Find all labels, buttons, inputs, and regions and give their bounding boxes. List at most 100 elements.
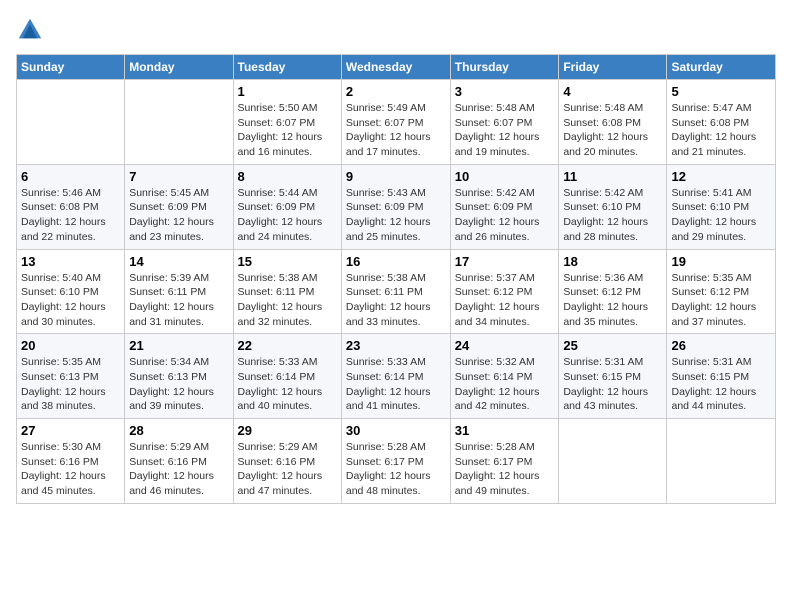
day-number: 5: [671, 84, 771, 99]
day-info: Sunrise: 5:28 AMSunset: 6:17 PMDaylight:…: [455, 440, 555, 499]
day-info: Sunrise: 5:35 AMSunset: 6:12 PMDaylight:…: [671, 271, 771, 330]
day-info: Sunrise: 5:49 AMSunset: 6:07 PMDaylight:…: [346, 101, 446, 160]
calendar-cell: [559, 419, 667, 504]
day-of-week-header: Monday: [125, 55, 233, 80]
day-info: Sunrise: 5:38 AMSunset: 6:11 PMDaylight:…: [346, 271, 446, 330]
day-info: Sunrise: 5:30 AMSunset: 6:16 PMDaylight:…: [21, 440, 120, 499]
day-info: Sunrise: 5:33 AMSunset: 6:14 PMDaylight:…: [346, 355, 446, 414]
calendar-cell: 4 Sunrise: 5:48 AMSunset: 6:08 PMDaylight…: [559, 80, 667, 165]
day-number: 9: [346, 169, 446, 184]
day-info: Sunrise: 5:29 AMSunset: 6:16 PMDaylight:…: [238, 440, 337, 499]
day-number: 13: [21, 254, 120, 269]
calendar-cell: 29 Sunrise: 5:29 AMSunset: 6:16 PMDayligh…: [233, 419, 341, 504]
day-number: 22: [238, 338, 337, 353]
day-info: Sunrise: 5:42 AMSunset: 6:09 PMDaylight:…: [455, 186, 555, 245]
day-info: Sunrise: 5:44 AMSunset: 6:09 PMDaylight:…: [238, 186, 337, 245]
day-of-week-header: Sunday: [17, 55, 125, 80]
day-number: 26: [671, 338, 771, 353]
logo: [16, 16, 48, 44]
day-number: 2: [346, 84, 446, 99]
day-info: Sunrise: 5:46 AMSunset: 6:08 PMDaylight:…: [21, 186, 120, 245]
calendar-week-row: 13 Sunrise: 5:40 AMSunset: 6:10 PMDayligh…: [17, 249, 776, 334]
calendar-cell: 23Sunrise: 5:33 AMSunset: 6:14 PMDayligh…: [341, 334, 450, 419]
calendar-cell: 17 Sunrise: 5:37 AMSunset: 6:12 PMDayligh…: [450, 249, 559, 334]
calendar-cell: 26 Sunrise: 5:31 AMSunset: 6:15 PMDayligh…: [667, 334, 776, 419]
day-of-week-header: Wednesday: [341, 55, 450, 80]
calendar-table: SundayMondayTuesdayWednesdayThursdayFrid…: [16, 54, 776, 504]
calendar-cell: 27 Sunrise: 5:30 AMSunset: 6:16 PMDayligh…: [17, 419, 125, 504]
calendar-cell: [667, 419, 776, 504]
calendar-cell: 7 Sunrise: 5:45 AMSunset: 6:09 PMDaylight…: [125, 164, 233, 249]
calendar-cell: 6 Sunrise: 5:46 AMSunset: 6:08 PMDaylight…: [17, 164, 125, 249]
day-info: Sunrise: 5:31 AMSunset: 6:15 PMDaylight:…: [671, 355, 771, 414]
calendar-cell: [125, 80, 233, 165]
calendar-week-row: 6 Sunrise: 5:46 AMSunset: 6:08 PMDaylight…: [17, 164, 776, 249]
day-number: 19: [671, 254, 771, 269]
calendar-cell: 20 Sunrise: 5:35 AMSunset: 6:13 PMDayligh…: [17, 334, 125, 419]
day-number: 8: [238, 169, 337, 184]
day-number: 11: [563, 169, 662, 184]
day-number: 28: [129, 423, 228, 438]
day-number: 16: [346, 254, 446, 269]
day-number: 3: [455, 84, 555, 99]
calendar-cell: 19 Sunrise: 5:35 AMSunset: 6:12 PMDayligh…: [667, 249, 776, 334]
calendar-cell: 10 Sunrise: 5:42 AMSunset: 6:09 PMDayligh…: [450, 164, 559, 249]
calendar-cell: 28 Sunrise: 5:29 AMSunset: 6:16 PMDayligh…: [125, 419, 233, 504]
day-info: Sunrise: 5:28 AMSunset: 6:17 PMDaylight:…: [346, 440, 446, 499]
calendar-cell: [17, 80, 125, 165]
day-number: 21: [129, 338, 228, 353]
day-number: 20: [21, 338, 120, 353]
day-info: Sunrise: 5:41 AMSunset: 6:10 PMDaylight:…: [671, 186, 771, 245]
day-of-week-header: Thursday: [450, 55, 559, 80]
day-info: Sunrise: 5:33 AMSunset: 6:14 PMDaylight:…: [238, 355, 337, 414]
day-number: 29: [238, 423, 337, 438]
day-info: Sunrise: 5:35 AMSunset: 6:13 PMDaylight:…: [21, 355, 120, 414]
day-info: Sunrise: 5:32 AMSunset: 6:14 PMDaylight:…: [455, 355, 555, 414]
day-info: Sunrise: 5:39 AMSunset: 6:11 PMDaylight:…: [129, 271, 228, 330]
calendar-cell: 5 Sunrise: 5:47 AMSunset: 6:08 PMDaylight…: [667, 80, 776, 165]
calendar-cell: 13 Sunrise: 5:40 AMSunset: 6:10 PMDayligh…: [17, 249, 125, 334]
day-info: Sunrise: 5:37 AMSunset: 6:12 PMDaylight:…: [455, 271, 555, 330]
calendar-week-row: 27 Sunrise: 5:30 AMSunset: 6:16 PMDayligh…: [17, 419, 776, 504]
calendar-cell: 15Sunrise: 5:38 AMSunset: 6:11 PMDayligh…: [233, 249, 341, 334]
day-number: 18: [563, 254, 662, 269]
calendar-cell: 3 Sunrise: 5:48 AMSunset: 6:07 PMDaylight…: [450, 80, 559, 165]
day-number: 17: [455, 254, 555, 269]
day-number: 27: [21, 423, 120, 438]
calendar-cell: 21 Sunrise: 5:34 AMSunset: 6:13 PMDayligh…: [125, 334, 233, 419]
day-info: Sunrise: 5:34 AMSunset: 6:13 PMDaylight:…: [129, 355, 228, 414]
calendar-cell: 2 Sunrise: 5:49 AMSunset: 6:07 PMDaylight…: [341, 80, 450, 165]
calendar-cell: 8 Sunrise: 5:44 AMSunset: 6:09 PMDaylight…: [233, 164, 341, 249]
day-info: Sunrise: 5:40 AMSunset: 6:10 PMDaylight:…: [21, 271, 120, 330]
day-info: Sunrise: 5:45 AMSunset: 6:09 PMDaylight:…: [129, 186, 228, 245]
calendar-cell: 12 Sunrise: 5:41 AMSunset: 6:10 PMDayligh…: [667, 164, 776, 249]
day-info: Sunrise: 5:29 AMSunset: 6:16 PMDaylight:…: [129, 440, 228, 499]
day-of-week-header: Saturday: [667, 55, 776, 80]
day-info: Sunrise: 5:31 AMSunset: 6:15 PMDaylight:…: [563, 355, 662, 414]
day-info: Sunrise: 5:47 AMSunset: 6:08 PMDaylight:…: [671, 101, 771, 160]
calendar-header-row: SundayMondayTuesdayWednesdayThursdayFrid…: [17, 55, 776, 80]
day-number: 24: [455, 338, 555, 353]
calendar-cell: 16 Sunrise: 5:38 AMSunset: 6:11 PMDayligh…: [341, 249, 450, 334]
day-number: 25: [563, 338, 662, 353]
day-number: 10: [455, 169, 555, 184]
day-number: 1: [238, 84, 337, 99]
day-number: 12: [671, 169, 771, 184]
day-number: 15: [238, 254, 337, 269]
calendar-cell: 24 Sunrise: 5:32 AMSunset: 6:14 PMDayligh…: [450, 334, 559, 419]
day-info: Sunrise: 5:48 AMSunset: 6:07 PMDaylight:…: [455, 101, 555, 160]
calendar-cell: 1 Sunrise: 5:50 AMSunset: 6:07 PMDaylight…: [233, 80, 341, 165]
day-number: 7: [129, 169, 228, 184]
day-info: Sunrise: 5:36 AMSunset: 6:12 PMDaylight:…: [563, 271, 662, 330]
calendar-cell: 30Sunrise: 5:28 AMSunset: 6:17 PMDayligh…: [341, 419, 450, 504]
calendar-cell: 9Sunrise: 5:43 AMSunset: 6:09 PMDaylight…: [341, 164, 450, 249]
calendar-cell: 11 Sunrise: 5:42 AMSunset: 6:10 PMDayligh…: [559, 164, 667, 249]
day-info: Sunrise: 5:48 AMSunset: 6:08 PMDaylight:…: [563, 101, 662, 160]
day-info: Sunrise: 5:50 AMSunset: 6:07 PMDaylight:…: [238, 101, 337, 160]
logo-icon: [16, 16, 44, 44]
day-number: 14: [129, 254, 228, 269]
day-number: 4: [563, 84, 662, 99]
day-info: Sunrise: 5:42 AMSunset: 6:10 PMDaylight:…: [563, 186, 662, 245]
day-number: 6: [21, 169, 120, 184]
calendar-week-row: 1 Sunrise: 5:50 AMSunset: 6:07 PMDaylight…: [17, 80, 776, 165]
